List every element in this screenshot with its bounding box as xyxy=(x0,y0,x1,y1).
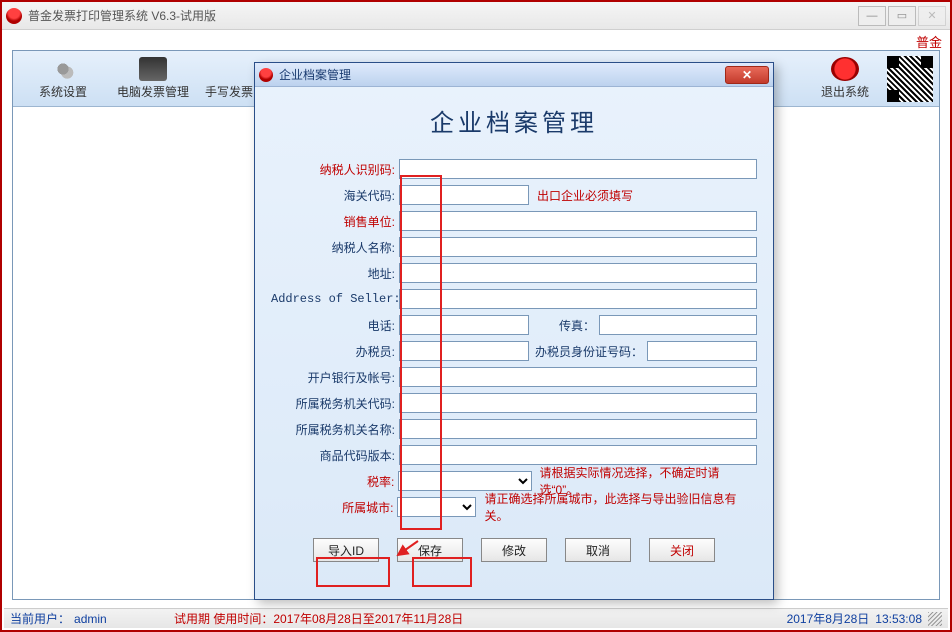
brand-badge: 普金 xyxy=(916,32,942,51)
hint-city: 请正确选择所属城市，此选择与导出验旧信息有关。 xyxy=(484,490,757,524)
input-seller-unit[interactable] xyxy=(399,211,757,231)
app-title: 普金发票打印管理系统 V6.3-试用版 xyxy=(28,7,216,24)
modify-button[interactable]: 修改 xyxy=(481,538,547,562)
hint-customs-code: 出口企业必须填写 xyxy=(537,187,633,204)
label-customs-code: 海关代码: xyxy=(271,187,399,204)
dialog-icon xyxy=(259,68,273,82)
ribbon-label: 系统设置 xyxy=(39,83,87,100)
select-city[interactable] xyxy=(397,497,476,517)
ribbon-item-handwrite[interactable]: 手写发票 xyxy=(199,55,259,102)
input-product-code-ver[interactable] xyxy=(399,445,757,465)
label-address: 地址: xyxy=(271,265,399,282)
dialog-title: 企业档案管理 xyxy=(279,66,351,83)
input-fax[interactable] xyxy=(599,315,757,335)
maximize-button[interactable]: ▭ xyxy=(888,6,916,26)
input-customs-code[interactable] xyxy=(399,185,529,205)
input-taxpayer-name[interactable] xyxy=(399,237,757,257)
import-id-button[interactable]: 导入ID xyxy=(313,538,379,562)
edit-icon xyxy=(215,57,243,81)
ribbon-item-invoice-manage[interactable]: 电脑发票管理 xyxy=(109,55,197,102)
status-time: 13:53:08 xyxy=(875,612,922,626)
dialog-heading: 企业档案管理 xyxy=(255,87,773,156)
power-icon xyxy=(831,57,859,81)
label-phone: 电话: xyxy=(271,317,399,334)
label-address-en: Address of Seller: xyxy=(271,292,399,306)
status-bar: 当前用户： admin 试用期 使用时间：2017年08月28日至2017年11… xyxy=(4,608,948,628)
ribbon-label: 手写发票 xyxy=(205,83,253,100)
input-phone[interactable] xyxy=(399,315,529,335)
status-user: admin xyxy=(74,612,174,626)
ribbon-item-exit[interactable]: 退出系统 xyxy=(813,55,877,102)
input-bank-account[interactable] xyxy=(399,367,757,387)
input-officer-id[interactable] xyxy=(647,341,757,361)
ribbon-label: 电脑发票管理 xyxy=(117,83,189,100)
input-address-en[interactable] xyxy=(399,289,757,309)
dialog-button-row: 导入ID 保存 修改 取消 关闭 xyxy=(255,520,773,576)
ribbon-item-system-settings[interactable]: 系统设置 xyxy=(19,55,107,102)
status-date: 2017年8月28日 xyxy=(787,610,870,627)
cancel-button[interactable]: 取消 xyxy=(565,538,631,562)
label-taxpayer-id: 纳税人识别码: xyxy=(271,161,399,178)
save-button[interactable]: 保存 xyxy=(397,538,463,562)
enterprise-archive-dialog: 企业档案管理 ✕ 企业档案管理 纳税人识别码: 海关代码: 出口企业必须填写 销… xyxy=(254,62,774,600)
main-titlebar: 普金发票打印管理系统 V6.3-试用版 — ▭ ✕ xyxy=(2,2,950,30)
input-taxpayer-id[interactable] xyxy=(399,159,757,179)
label-bank-account: 开户银行及帐号: xyxy=(271,369,399,386)
close-button[interactable]: 关闭 xyxy=(649,538,715,562)
label-fax: 传真： xyxy=(529,317,599,334)
label-city: 所属城市: xyxy=(271,499,397,516)
dialog-close-button[interactable]: ✕ xyxy=(725,66,769,84)
label-tax-org-name: 所属税务机关名称: xyxy=(271,421,399,438)
app-icon xyxy=(6,8,22,24)
main-window: 普金发票打印管理系统 V6.3-试用版 — ▭ ✕ 普金 系统设置 电脑发票管理 xyxy=(0,0,952,632)
select-tax-rate[interactable] xyxy=(398,471,531,491)
close-window-button[interactable]: ✕ xyxy=(918,6,946,26)
input-address[interactable] xyxy=(399,263,757,283)
label-tax-org-code: 所属税务机关代码: xyxy=(271,395,399,412)
printer-icon xyxy=(139,57,167,81)
label-tax-rate: 税率: xyxy=(271,473,398,490)
label-seller-unit: 销售单位: xyxy=(271,213,399,230)
dialog-titlebar[interactable]: 企业档案管理 ✕ xyxy=(255,63,773,87)
dialog-form: 纳税人识别码: 海关代码: 出口企业必须填写 销售单位: 纳税人名称: 地址: xyxy=(255,156,773,520)
status-user-label: 当前用户： xyxy=(10,610,70,627)
resize-grip-icon xyxy=(928,612,942,626)
minimize-button[interactable]: — xyxy=(858,6,886,26)
settings-icon xyxy=(49,57,77,81)
input-tax-org-name[interactable] xyxy=(399,419,757,439)
label-product-code-ver: 商品代码版本: xyxy=(271,447,399,464)
ribbon-label: 退出系统 xyxy=(821,83,869,100)
qr-code xyxy=(887,56,933,102)
label-taxpayer-name: 纳税人名称: xyxy=(271,239,399,256)
input-tax-org-code[interactable] xyxy=(399,393,757,413)
input-tax-officer[interactable] xyxy=(399,341,529,361)
label-tax-officer: 办税员: xyxy=(271,343,399,360)
status-trial: 试用期 使用时间：2017年08月28日至2017年11月28日 xyxy=(174,610,463,627)
label-officer-id: 办税员身份证号码： xyxy=(529,343,647,360)
